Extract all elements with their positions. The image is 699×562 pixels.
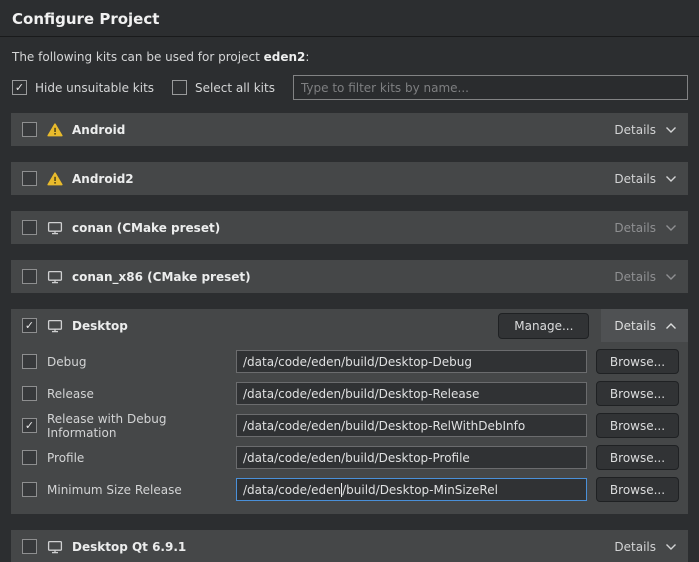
build-config-label: Debug bbox=[47, 355, 236, 369]
build-config-checkbox[interactable]: ✓ bbox=[22, 354, 37, 369]
build-config-label: Minimum Size Release bbox=[47, 483, 236, 497]
browse-button[interactable]: Browse... bbox=[596, 381, 679, 406]
kit-section: ✓ conan (CMake preset) Details bbox=[11, 211, 688, 244]
kit-section: ✓ conan_x86 (CMake preset) Details bbox=[11, 260, 688, 293]
desktop-icon bbox=[47, 221, 63, 235]
chevron-down-icon bbox=[665, 224, 677, 232]
browse-button[interactable]: Browse... bbox=[596, 477, 679, 502]
kit-filter-controls: ✓ Hide unsuitable kits ✓ Select all kits bbox=[12, 75, 688, 100]
kit-checkbox[interactable]: ✓ bbox=[22, 318, 37, 333]
kit-section: ✓ Desktop Manage... Details ✓ Debug /dat… bbox=[11, 309, 688, 514]
select-all-kits-label: Select all kits bbox=[195, 81, 275, 95]
hide-unsuitable-kits-label: Hide unsuitable kits bbox=[35, 81, 154, 95]
kit-name: conan_x86 (CMake preset) bbox=[72, 270, 251, 284]
details-toggle[interactable]: Details bbox=[601, 113, 688, 146]
details-label: Details bbox=[614, 540, 656, 554]
manage-button[interactable]: Manage... bbox=[498, 313, 589, 339]
intro-text-after: : bbox=[305, 50, 309, 64]
build-config-label: Profile bbox=[47, 451, 236, 465]
kit-checkbox[interactable]: ✓ bbox=[22, 122, 37, 137]
kit-row: ✓ conan (CMake preset) Details bbox=[11, 211, 688, 244]
chevron-down-icon bbox=[665, 273, 677, 281]
kit-row: ✓ Android2 Details bbox=[11, 162, 688, 195]
browse-button[interactable]: Browse... bbox=[596, 349, 679, 374]
warning-icon bbox=[47, 172, 63, 186]
kit-row: ✓ Android Details bbox=[11, 113, 688, 146]
details-label: Details bbox=[614, 172, 656, 186]
desktop-icon bbox=[47, 540, 63, 554]
build-config-label: Release bbox=[47, 387, 236, 401]
kit-checkbox[interactable]: ✓ bbox=[22, 220, 37, 235]
build-dir-input[interactable]: /data/code/eden/build/Desktop-Profile bbox=[236, 446, 587, 469]
kit-list: ✓ Android Details ✓ And bbox=[11, 113, 688, 562]
kit-row: ✓ conan_x86 (CMake preset) Details bbox=[11, 260, 688, 293]
checkbox-box-icon: ✓ bbox=[172, 80, 187, 95]
details-label: Details bbox=[614, 270, 656, 284]
hide-unsuitable-kits-checkbox[interactable]: ✓ Hide unsuitable kits bbox=[12, 80, 154, 95]
details-toggle[interactable]: Details bbox=[601, 309, 688, 342]
build-config-checkbox[interactable]: ✓ bbox=[22, 386, 37, 401]
details-label: Details bbox=[614, 221, 656, 235]
page-title: Configure Project bbox=[0, 0, 699, 37]
desktop-icon bbox=[47, 270, 63, 284]
kit-name: conan (CMake preset) bbox=[72, 221, 220, 235]
desktop-icon bbox=[47, 319, 63, 333]
kit-section: ✓ Desktop Qt 6.9.1 Details bbox=[11, 530, 688, 562]
build-config-checkbox[interactable]: ✓ bbox=[22, 450, 37, 465]
build-config-label: Release with Debug Information bbox=[47, 412, 236, 440]
kit-section: ✓ Android Details bbox=[11, 113, 688, 146]
build-config-checkbox[interactable]: ✓ bbox=[22, 482, 37, 497]
kit-filter-input[interactable] bbox=[293, 75, 688, 100]
details-toggle[interactable]: Details bbox=[601, 211, 688, 244]
project-name: eden2 bbox=[264, 50, 306, 64]
kit-checkbox[interactable]: ✓ bbox=[22, 539, 37, 554]
intro-text: The following kits can be used for proje… bbox=[12, 50, 687, 64]
details-toggle[interactable]: Details bbox=[601, 530, 688, 562]
kit-checkbox[interactable]: ✓ bbox=[22, 269, 37, 284]
build-dir-input[interactable]: /data/code/eden/build/Desktop-RelWithDeb… bbox=[236, 414, 587, 437]
chevron-down-icon bbox=[665, 126, 677, 134]
build-config-row: ✓ Release /data/code/eden/build/Desktop-… bbox=[22, 382, 679, 405]
kit-details-panel: ✓ Debug /data/code/eden/build/Desktop-De… bbox=[11, 342, 688, 514]
warning-icon bbox=[47, 123, 63, 137]
details-label: Details bbox=[614, 123, 656, 137]
browse-button[interactable]: Browse... bbox=[596, 445, 679, 470]
kit-name: Desktop Qt 6.9.1 bbox=[72, 540, 186, 554]
details-toggle[interactable]: Details bbox=[601, 260, 688, 293]
kit-section: ✓ Android2 Details bbox=[11, 162, 688, 195]
kit-name: Android bbox=[72, 123, 125, 137]
details-label: Details bbox=[614, 319, 656, 333]
browse-button[interactable]: Browse... bbox=[596, 413, 679, 438]
kit-checkbox[interactable]: ✓ bbox=[22, 171, 37, 186]
kit-name: Android2 bbox=[72, 172, 134, 186]
chevron-down-icon bbox=[665, 175, 677, 183]
checkbox-box-icon: ✓ bbox=[12, 80, 27, 95]
kit-name: Desktop bbox=[72, 319, 128, 333]
chevron-down-icon bbox=[665, 543, 677, 551]
build-dir-input[interactable]: /data/code/eden/build/Desktop-Debug bbox=[236, 350, 587, 373]
build-dir-input[interactable]: /data/code/eden/build/Desktop-Release bbox=[236, 382, 587, 405]
details-toggle[interactable]: Details bbox=[601, 162, 688, 195]
kit-row: ✓ Desktop Manage... Details bbox=[11, 309, 688, 342]
build-dir-input[interactable]: /data/code/eden/build/Desktop-MinSizeRel bbox=[236, 478, 587, 501]
intro-text-before: The following kits can be used for proje… bbox=[12, 50, 264, 64]
select-all-kits-checkbox[interactable]: ✓ Select all kits bbox=[172, 80, 275, 95]
build-config-row: ✓ Profile /data/code/eden/build/Desktop-… bbox=[22, 446, 679, 469]
build-config-row: ✓ Debug /data/code/eden/build/Desktop-De… bbox=[22, 350, 679, 373]
kit-row: ✓ Desktop Qt 6.9.1 Details bbox=[11, 530, 688, 562]
chevron-down-icon bbox=[665, 322, 677, 330]
build-config-row: ✓ Release with Debug Information /data/c… bbox=[22, 414, 679, 437]
build-config-checkbox[interactable]: ✓ bbox=[22, 418, 37, 433]
build-config-row: ✓ Minimum Size Release /data/code/eden/b… bbox=[22, 478, 679, 501]
